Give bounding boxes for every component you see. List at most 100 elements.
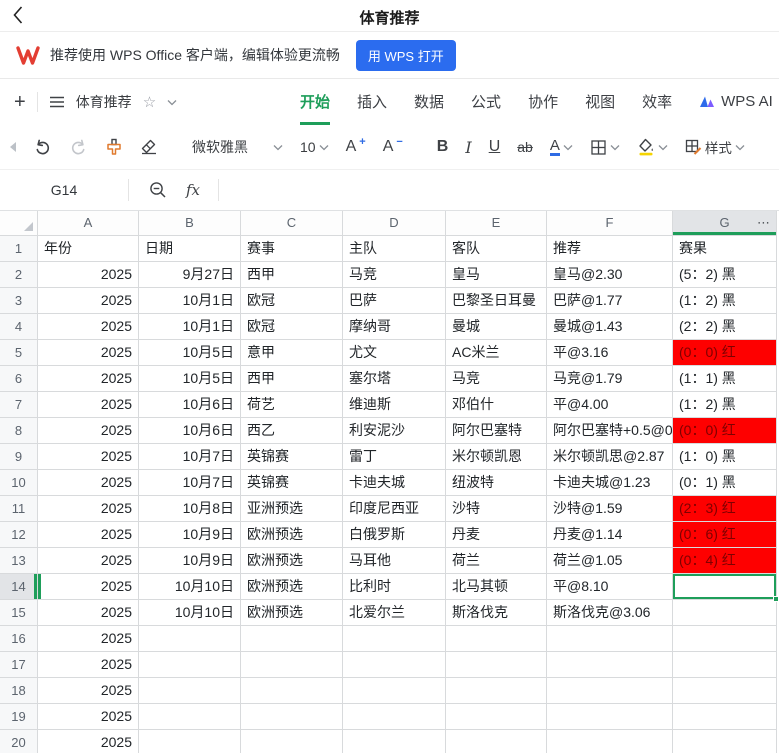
row-header-12[interactable]: 12 — [0, 522, 38, 548]
cell-C12[interactable]: 欧洲预选 — [241, 522, 343, 548]
cell-F19[interactable] — [547, 704, 673, 730]
row-header-9[interactable]: 9 — [0, 444, 38, 470]
cell-C10[interactable]: 英锦赛 — [241, 470, 343, 496]
cell-D1[interactable]: 主队 — [343, 236, 446, 262]
cell-C7[interactable]: 荷艺 — [241, 392, 343, 418]
cell-A7[interactable]: 2025 — [38, 392, 139, 418]
cell-B16[interactable] — [139, 626, 241, 652]
cell-G12[interactable]: (0：6) 红 — [673, 522, 777, 548]
cell-A14[interactable]: 2025 — [38, 574, 139, 600]
cell-B15[interactable]: 10月10日 — [139, 600, 241, 626]
cell-G16[interactable] — [673, 626, 777, 652]
cell-F14[interactable]: 平@8.10 — [547, 574, 673, 600]
undo-icon[interactable] — [33, 138, 52, 156]
cell-G13[interactable]: (0：4) 红 — [673, 548, 777, 574]
tab-home[interactable]: 开始 — [300, 79, 330, 125]
cell-E6[interactable]: 马竞 — [446, 366, 547, 392]
column-header-E[interactable]: E — [446, 211, 547, 236]
row-header-16[interactable]: 16 — [0, 626, 38, 652]
cell-C16[interactable] — [241, 626, 343, 652]
row-header-11[interactable]: 11 — [0, 496, 38, 522]
cell-C17[interactable] — [241, 652, 343, 678]
cell-D3[interactable]: 巴萨 — [343, 288, 446, 314]
cell-F8[interactable]: 阿尔巴塞特+0.5@0.8 — [547, 418, 673, 444]
column-header-G[interactable]: G⋯ — [673, 211, 777, 236]
redo-icon[interactable] — [69, 138, 88, 156]
cell-G7[interactable]: (1：2) 黑 — [673, 392, 777, 418]
cell-E4[interactable]: 曼城 — [446, 314, 547, 340]
cell-G5[interactable]: (0：0) 红 — [673, 340, 777, 366]
row-header-8[interactable]: 8 — [0, 418, 38, 444]
cell-E14[interactable]: 北马其顿 — [446, 574, 547, 600]
cell-E15[interactable]: 斯洛伐克 — [446, 600, 547, 626]
cell-E9[interactable]: 米尔顿凯恩 — [446, 444, 547, 470]
cell-D6[interactable]: 塞尔塔 — [343, 366, 446, 392]
cell-F4[interactable]: 曼城@1.43 — [547, 314, 673, 340]
cell-F16[interactable] — [547, 626, 673, 652]
cell-F13[interactable]: 荷兰@1.05 — [547, 548, 673, 574]
cell-F6[interactable]: 马竞@1.79 — [547, 366, 673, 392]
new-sheet-icon[interactable]: + — [14, 91, 26, 114]
tab-efficiency[interactable]: 效率 — [642, 79, 672, 125]
cell-B6[interactable]: 10月5日 — [139, 366, 241, 392]
cell-C11[interactable]: 亚洲预选 — [241, 496, 343, 522]
cell-E2[interactable]: 皇马 — [446, 262, 547, 288]
cell-G6[interactable]: (1：1) 黑 — [673, 366, 777, 392]
hamburger-menu-icon[interactable] — [49, 95, 65, 109]
cell-B4[interactable]: 10月1日 — [139, 314, 241, 340]
cell-B19[interactable] — [139, 704, 241, 730]
row-header-13[interactable]: 13 — [0, 548, 38, 574]
cell-C13[interactable]: 欧洲预选 — [241, 548, 343, 574]
cell-C6[interactable]: 西甲 — [241, 366, 343, 392]
cell-E11[interactable]: 沙特 — [446, 496, 547, 522]
cell-F18[interactable] — [547, 678, 673, 704]
cell-A6[interactable]: 2025 — [38, 366, 139, 392]
cell-F17[interactable] — [547, 652, 673, 678]
cell-B9[interactable]: 10月7日 — [139, 444, 241, 470]
strikethrough-button[interactable]: ab — [517, 139, 533, 155]
cell-E8[interactable]: 阿尔巴塞特 — [446, 418, 547, 444]
font-size-select[interactable]: 10 — [300, 139, 329, 155]
cell-G18[interactable] — [673, 678, 777, 704]
font-name-select[interactable]: 微软雅黑 — [192, 137, 283, 157]
cell-E1[interactable]: 客队 — [446, 236, 547, 262]
row-header-2[interactable]: 2 — [0, 262, 38, 288]
tab-collaborate[interactable]: 协作 — [528, 79, 558, 125]
cell-reference-box[interactable]: G14 — [0, 182, 128, 198]
cell-G20[interactable] — [673, 730, 777, 753]
cell-B12[interactable]: 10月9日 — [139, 522, 241, 548]
cell-E16[interactable] — [446, 626, 547, 652]
cell-B7[interactable]: 10月6日 — [139, 392, 241, 418]
cell-E17[interactable] — [446, 652, 547, 678]
cell-A19[interactable]: 2025 — [38, 704, 139, 730]
underline-button[interactable]: U — [489, 138, 501, 156]
cell-D12[interactable]: 白俄罗斯 — [343, 522, 446, 548]
row-header-15[interactable]: 15 — [0, 600, 38, 626]
cell-F20[interactable] — [547, 730, 673, 753]
fill-color-button[interactable] — [637, 138, 668, 156]
cell-D18[interactable] — [343, 678, 446, 704]
cell-C5[interactable]: 意甲 — [241, 340, 343, 366]
cell-D4[interactable]: 摩纳哥 — [343, 314, 446, 340]
cell-C3[interactable]: 欧冠 — [241, 288, 343, 314]
cell-A3[interactable]: 2025 — [38, 288, 139, 314]
cell-A18[interactable]: 2025 — [38, 678, 139, 704]
cell-D15[interactable]: 北爱尔兰 — [343, 600, 446, 626]
cell-A20[interactable]: 2025 — [38, 730, 139, 753]
cell-F3[interactable]: 巴萨@1.77 — [547, 288, 673, 314]
cell-C14[interactable]: 欧洲预选 — [241, 574, 343, 600]
row-header-5[interactable]: 5 — [0, 340, 38, 366]
row-header-3[interactable]: 3 — [0, 288, 38, 314]
cell-D13[interactable]: 马耳他 — [343, 548, 446, 574]
cell-D2[interactable]: 马竞 — [343, 262, 446, 288]
cell-F10[interactable]: 卡迪夫城@1.23 — [547, 470, 673, 496]
cell-G10[interactable]: (0：1) 黑 — [673, 470, 777, 496]
cell-C8[interactable]: 西乙 — [241, 418, 343, 444]
cell-A5[interactable]: 2025 — [38, 340, 139, 366]
cell-A17[interactable]: 2025 — [38, 652, 139, 678]
cell-D14[interactable]: 比利时 — [343, 574, 446, 600]
tab-view[interactable]: 视图 — [585, 79, 615, 125]
cell-B18[interactable] — [139, 678, 241, 704]
more-columns-indicator[interactable]: ⋯ — [757, 211, 771, 235]
column-header-D[interactable]: D — [343, 211, 446, 236]
